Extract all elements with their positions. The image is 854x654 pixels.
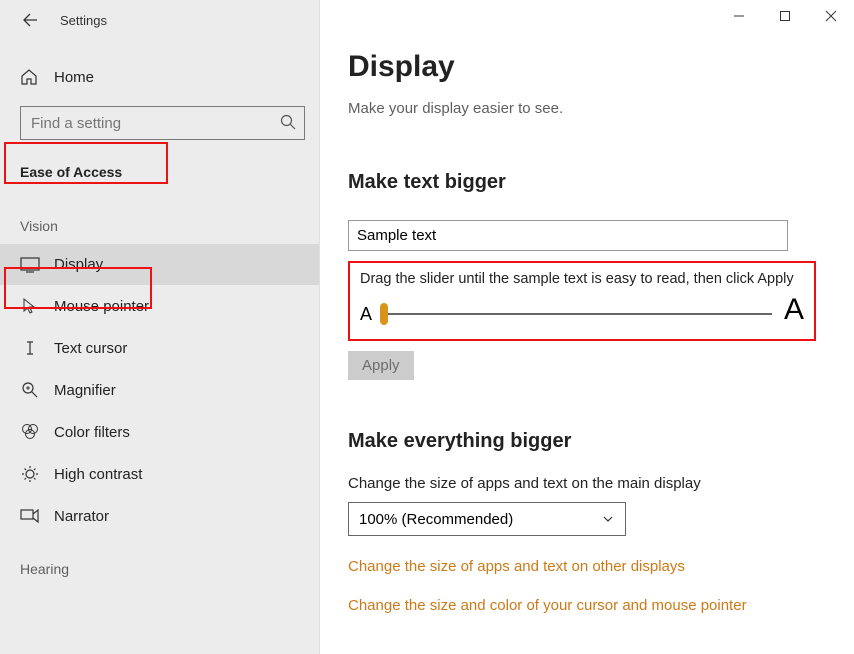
sidebar-item-label: High contrast	[54, 466, 142, 483]
sidebar-item-magnifier[interactable]: Magnifier	[0, 369, 319, 411]
close-icon	[825, 10, 837, 22]
sidebar-item-label: Mouse pointer	[54, 298, 149, 315]
sidebar-item-high-contrast[interactable]: High contrast	[0, 453, 319, 495]
chevron-down-icon	[601, 512, 615, 526]
color-filters-icon	[20, 423, 40, 441]
magnifier-icon	[20, 381, 40, 399]
search-icon	[279, 113, 297, 131]
sidebar-item-label: Display	[54, 256, 103, 273]
maximize-icon	[779, 10, 791, 22]
page-subtitle: Make your display easier to see.	[348, 100, 826, 117]
window-title: Settings	[60, 13, 107, 28]
home-nav[interactable]: Home	[0, 58, 319, 96]
display-scale-select[interactable]: 100% (Recommended)	[348, 502, 626, 536]
sidebar-item-label: Narrator	[54, 508, 109, 525]
sidebar-item-label: Magnifier	[54, 382, 116, 399]
minimize-button[interactable]	[716, 0, 762, 32]
display-scale-value: 100% (Recommended)	[359, 511, 513, 528]
make-text-bigger-heading: Make text bigger	[348, 171, 826, 194]
sidebar-item-label: Text cursor	[54, 340, 127, 357]
everything-bigger-caption: Change the size of apps and text on the …	[348, 475, 826, 492]
mouse-pointer-icon	[20, 297, 40, 315]
text-size-slider[interactable]	[380, 301, 772, 325]
back-button[interactable]	[18, 8, 42, 32]
section-vision-label: Vision	[0, 194, 319, 244]
slider-track-line	[380, 313, 772, 315]
home-label: Home	[54, 69, 94, 86]
narrator-icon	[20, 507, 40, 525]
sidebar-item-display[interactable]: Display	[0, 244, 319, 285]
slider-caption: Drag the slider until the sample text is…	[360, 271, 804, 287]
sidebar-item-text-cursor[interactable]: Text cursor	[0, 327, 319, 369]
link-other-displays[interactable]: Change the size of apps and text on othe…	[348, 558, 826, 575]
arrow-left-icon	[21, 11, 39, 29]
make-everything-bigger-heading: Make everything bigger	[348, 430, 826, 453]
slider-max-label: A	[784, 295, 804, 325]
page-title: Display	[348, 50, 826, 84]
sidebar-item-label: Color filters	[54, 424, 130, 441]
apply-button[interactable]: Apply	[348, 351, 414, 380]
section-hearing-label: Hearing	[0, 537, 319, 587]
text-size-slider-area: Drag the slider until the sample text is…	[348, 261, 816, 341]
search-input[interactable]	[20, 106, 305, 140]
display-icon	[20, 257, 40, 273]
home-icon	[20, 68, 38, 86]
sidebar-item-color-filters[interactable]: Color filters	[0, 411, 319, 453]
minimize-icon	[733, 10, 745, 22]
sample-text-box: Sample text	[348, 220, 788, 251]
sidebar-item-mouse-pointer[interactable]: Mouse pointer	[0, 285, 319, 327]
sidebar-item-narrator[interactable]: Narrator	[0, 495, 319, 537]
category-header: Ease of Access	[0, 150, 319, 194]
high-contrast-icon	[20, 465, 40, 483]
maximize-button[interactable]	[762, 0, 808, 32]
slider-thumb[interactable]	[380, 303, 388, 325]
link-cursor-pointer[interactable]: Change the size and color of your cursor…	[348, 597, 826, 614]
text-cursor-icon	[20, 339, 40, 357]
slider-min-label: A	[360, 304, 372, 325]
close-button[interactable]	[808, 0, 854, 32]
